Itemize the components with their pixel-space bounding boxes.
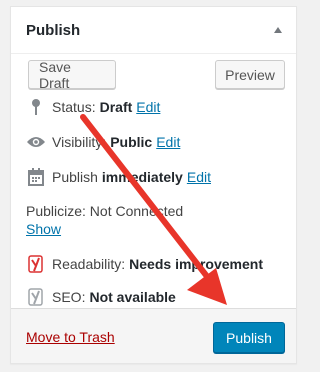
visibility-label: Visibility:: [52, 134, 107, 150]
publish-panel: Publish Save Draft Preview Status: Draft…: [10, 6, 297, 364]
yoast-gray-icon: [26, 287, 46, 307]
readability-label: Readability:: [52, 256, 126, 272]
publish-time-row: Publish immediately Edit: [26, 167, 211, 187]
publicize-show-text[interactable]: Show: [26, 221, 61, 237]
publish-time-edit-link[interactable]: Edit: [187, 169, 211, 185]
preview-button[interactable]: Preview: [215, 60, 285, 89]
readability-row: Readability: Needs improvement: [26, 254, 263, 274]
publicize-status: Publicize: Not Connected: [26, 203, 184, 219]
pin-icon: [26, 97, 46, 117]
calendar-icon: [26, 167, 46, 187]
panel-header: Publish: [11, 7, 296, 54]
status-value: Draft: [99, 99, 133, 115]
panel-footer: Move to Trash Publish: [11, 308, 296, 363]
seo-label: SEO:: [52, 289, 86, 305]
visibility-edit-link[interactable]: Edit: [156, 134, 180, 150]
publicize-show-link[interactable]: Show: [26, 221, 61, 237]
yoast-red-icon: [26, 254, 46, 274]
readability-value: Needs improvement: [129, 256, 263, 272]
eye-icon: [26, 132, 46, 152]
status-edit-link[interactable]: Edit: [136, 99, 160, 115]
publish-time-value: immediately: [101, 169, 183, 185]
save-draft-button[interactable]: Save Draft: [28, 59, 116, 91]
seo-value: Not available: [89, 289, 176, 305]
publish-button[interactable]: Publish: [213, 322, 285, 353]
status-label: Status:: [52, 99, 96, 115]
status-row: Status: Draft Edit: [26, 97, 160, 117]
move-to-trash-link[interactable]: Move to Trash: [26, 329, 115, 345]
publish-time-label: Publish: [52, 169, 98, 185]
seo-row: SEO: Not available: [26, 287, 176, 307]
visibility-row: Visibility: Public Edit: [26, 132, 180, 152]
visibility-value: Public: [110, 134, 153, 150]
toggle-up-icon[interactable]: [274, 27, 282, 33]
panel-title: Publish: [26, 21, 81, 39]
